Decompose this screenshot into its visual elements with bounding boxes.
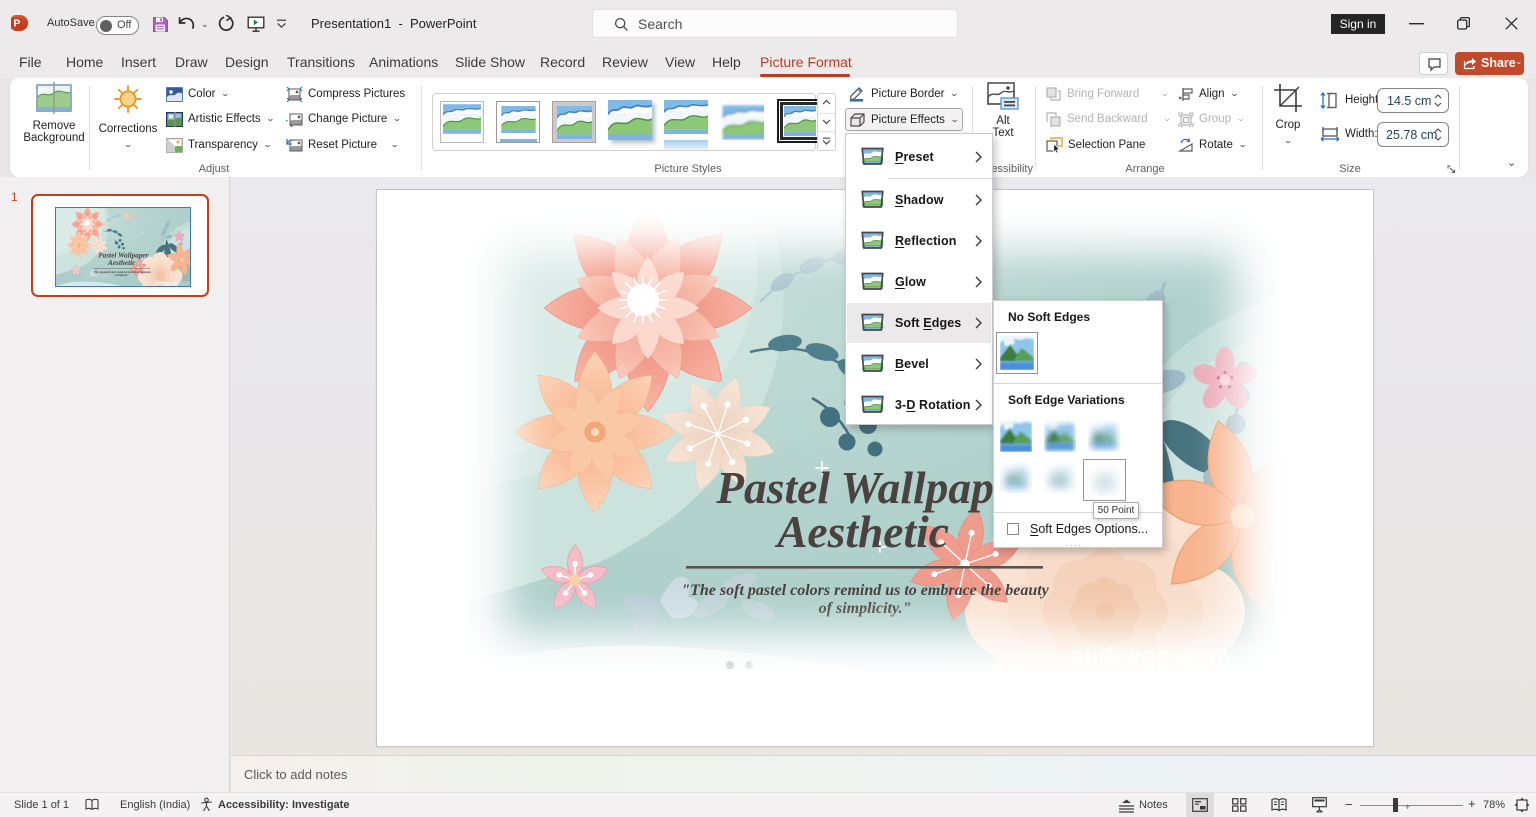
svg-text:P: P: [13, 18, 20, 30]
